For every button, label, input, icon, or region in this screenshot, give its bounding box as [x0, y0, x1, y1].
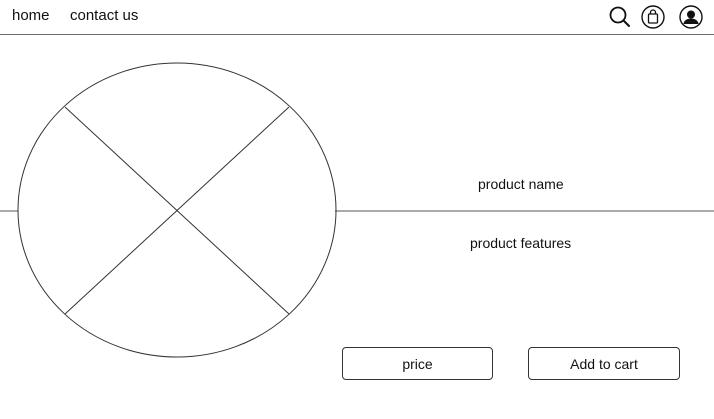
- price-button[interactable]: price: [342, 347, 493, 380]
- product-features: product features: [470, 235, 572, 251]
- product-page: home contact us product name product fea…: [0, 0, 714, 419]
- add-to-cart-button[interactable]: Add to cart: [528, 347, 680, 380]
- product-name: product name: [478, 176, 564, 192]
